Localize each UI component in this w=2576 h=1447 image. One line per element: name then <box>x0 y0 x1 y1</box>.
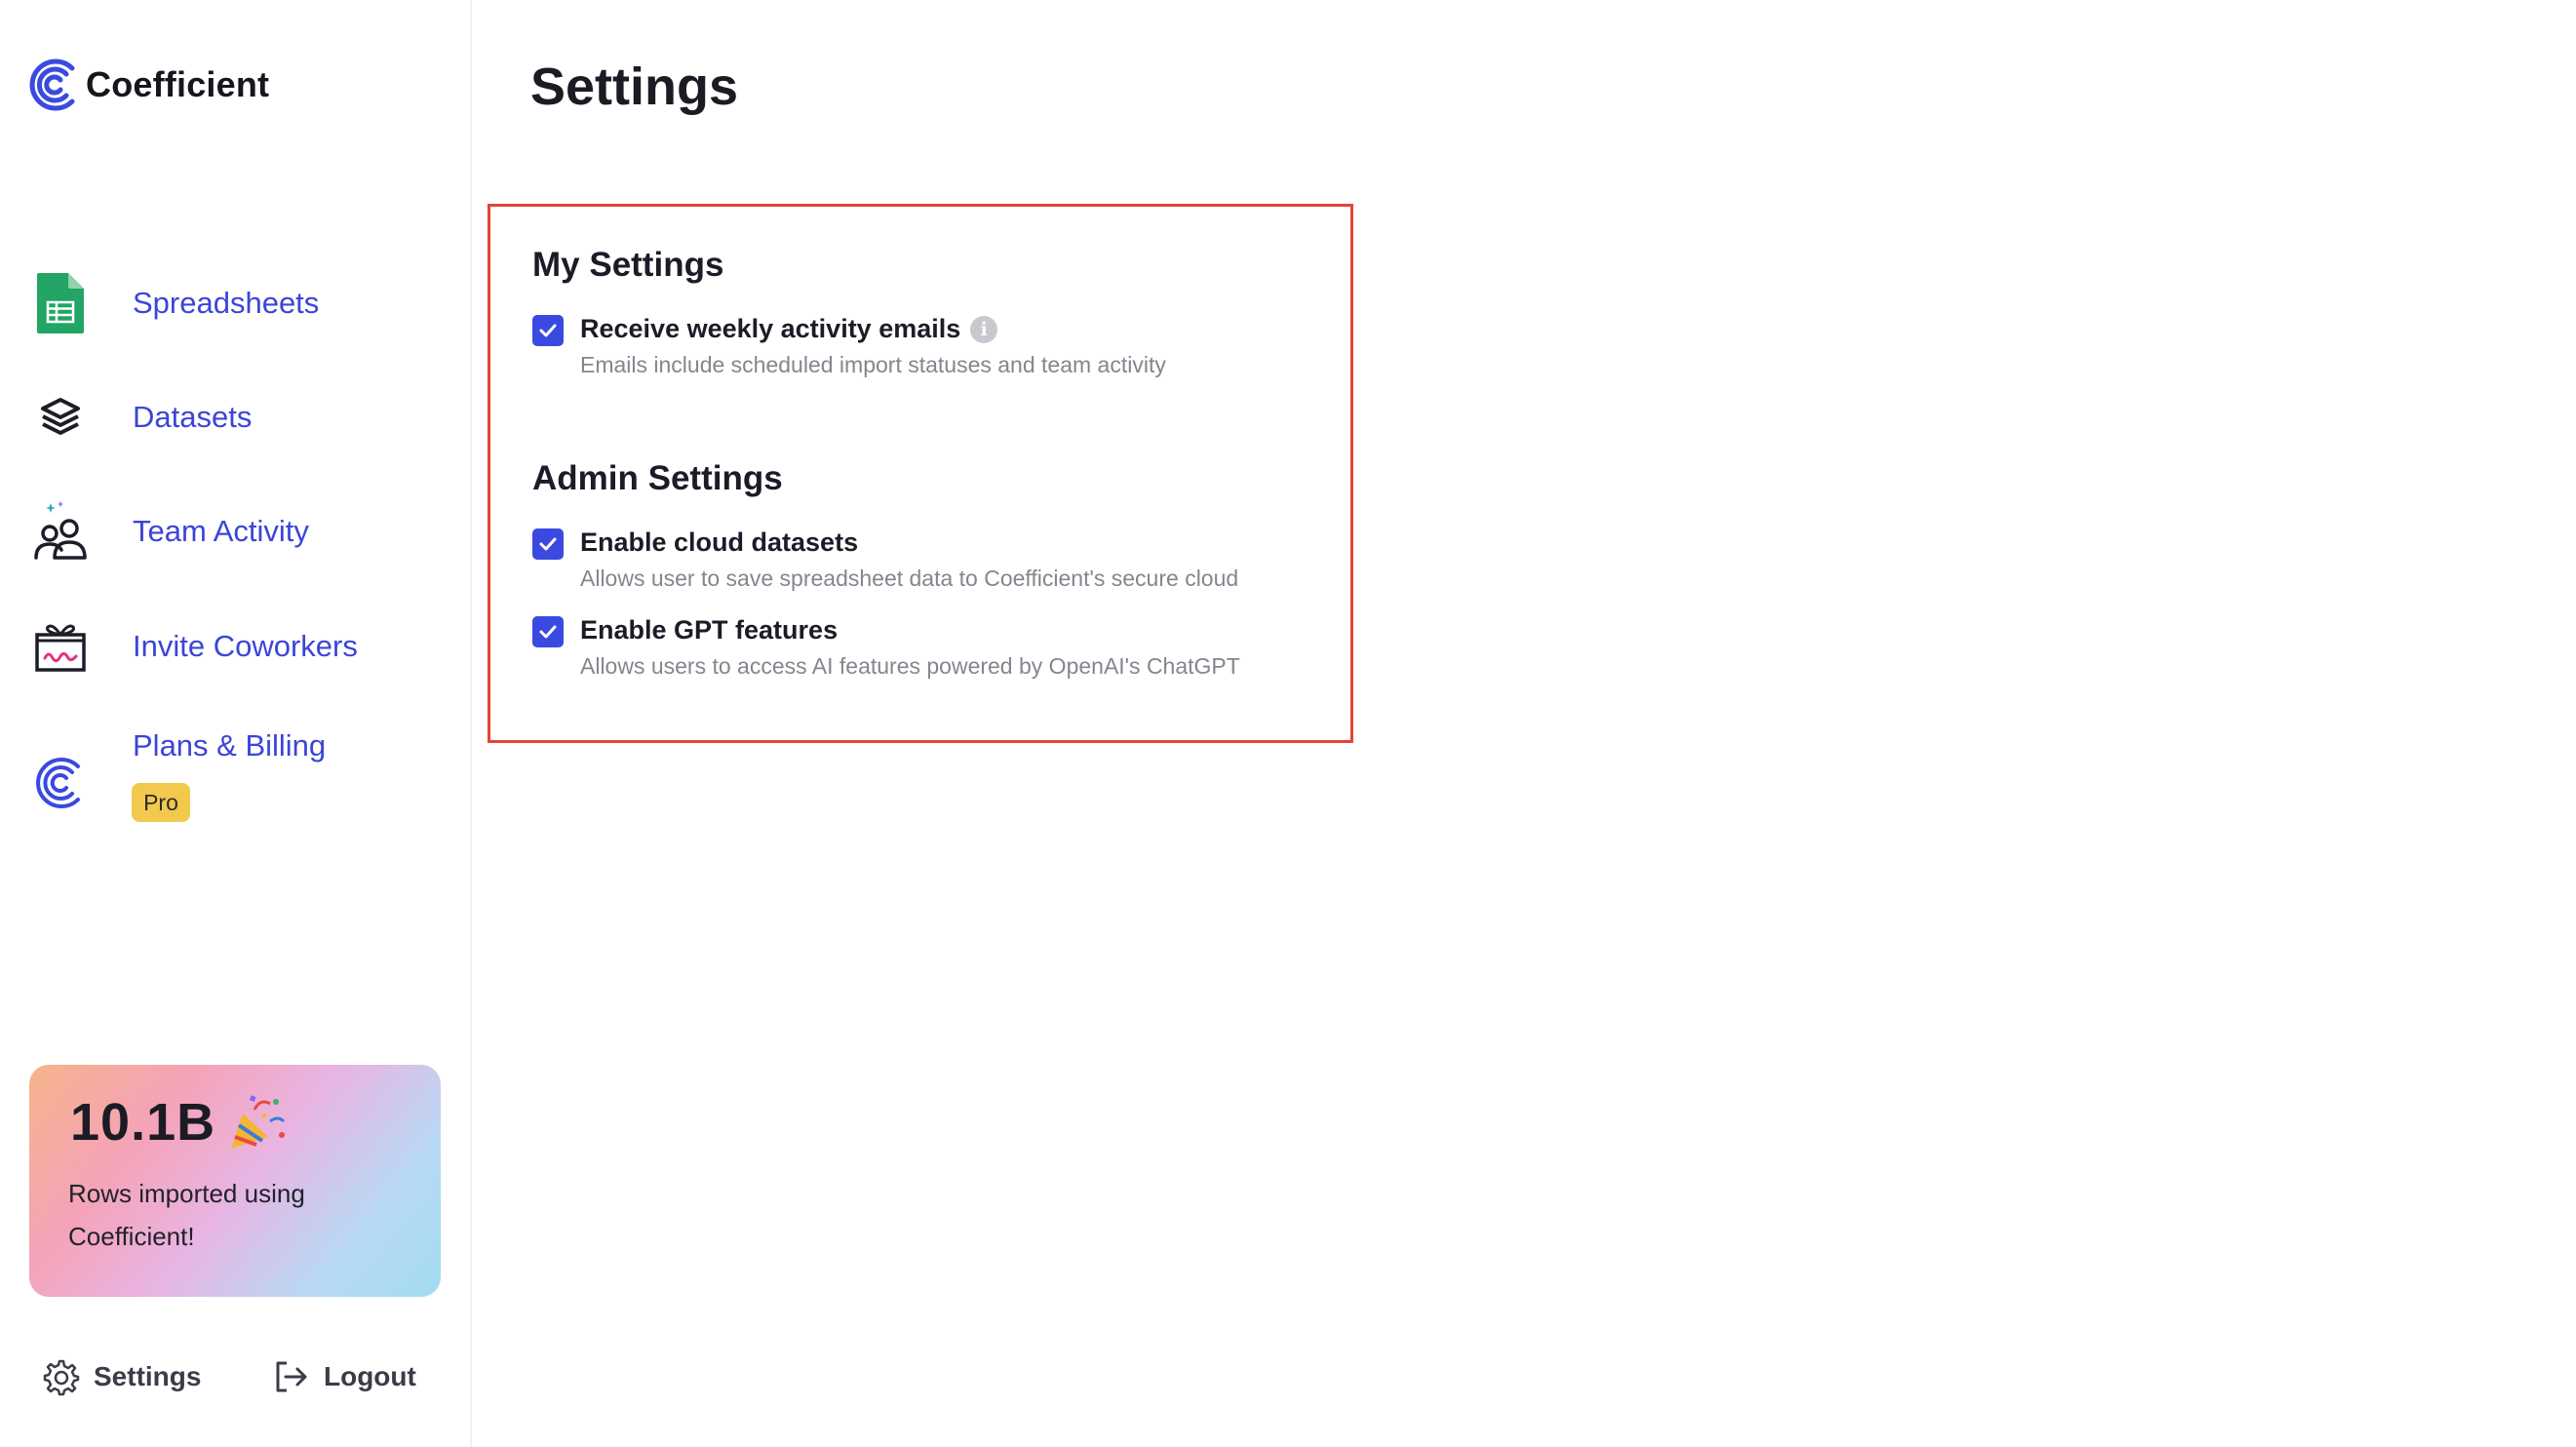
sidebar: Coefficient Spreadsheets Datasets Team A… <box>0 0 472 1447</box>
option-description: Emails include scheduled import statuses… <box>580 352 1166 377</box>
option-label: Receive weekly activity emails <box>580 314 961 343</box>
gear-icon <box>43 1359 80 1396</box>
sidebar-item-datasets[interactable]: Datasets <box>29 383 252 451</box>
sidebar-item-label: Invite Coworkers <box>133 629 358 663</box>
sidebar-item-spreadsheets[interactable]: Spreadsheets <box>29 269 319 337</box>
settings-button[interactable]: Settings <box>41 1357 201 1396</box>
my-settings-title: My Settings <box>532 246 724 284</box>
sidebar-item-label: Team Activity <box>133 514 309 548</box>
plan-badge: Pro <box>132 783 190 822</box>
sidebar-item-label: Spreadsheets <box>133 286 320 320</box>
promo-number-row: 10.1B <box>70 1092 288 1153</box>
weekly-emails-label-row: Receive weekly activity emails i <box>580 314 1166 344</box>
sidebar-item-label: Datasets <box>133 400 253 434</box>
team-icon <box>29 497 92 566</box>
gpt-features-option: Enable GPT features Allows users to acce… <box>532 615 1240 680</box>
gpt-features-checkbox[interactable] <box>532 616 564 647</box>
weekly-emails-checkbox[interactable] <box>532 315 564 346</box>
sidebar-item-label: Plans & Billing <box>133 728 327 763</box>
promo-text: Rows imported using Coefficient! <box>68 1179 305 1251</box>
settings-label: Settings <box>94 1361 202 1391</box>
spreadsheet-icon <box>29 269 92 337</box>
cloud-datasets-option: Enable cloud datasets Allows user to sav… <box>532 528 1238 592</box>
gift-icon <box>29 612 92 681</box>
logout-icon <box>276 1361 307 1392</box>
promo-number: 10.1B <box>70 1093 216 1152</box>
logout-button[interactable]: Logout <box>271 1357 416 1396</box>
app-name: Coefficient <box>86 64 270 104</box>
app-logo[interactable]: Coefficient <box>27 55 269 115</box>
sidebar-item-team-activity[interactable]: Team Activity <box>29 497 309 566</box>
page-title: Settings <box>530 58 739 116</box>
admin-settings-title: Admin Settings <box>532 459 783 497</box>
check-icon <box>539 324 557 337</box>
cloud-datasets-checkbox[interactable] <box>532 528 564 560</box>
option-label: Enable GPT features <box>580 615 839 645</box>
datasets-icon <box>29 383 92 451</box>
coefficient-logo-icon <box>29 726 92 808</box>
check-icon <box>539 625 557 639</box>
option-description: Allows user to save spreadsheet data to … <box>580 566 1239 591</box>
check-icon <box>539 537 557 551</box>
option-label: Enable cloud datasets <box>580 528 859 557</box>
settings-panel: My Settings Receive weekly activity emai… <box>488 204 1353 743</box>
coefficient-logo-icon <box>29 59 75 111</box>
promo-card: 10.1B Rows imported using Coefficient! <box>29 1065 441 1297</box>
party-popper-icon <box>231 1095 286 1149</box>
weekly-emails-option: Receive weekly activity emails i Emails … <box>532 314 1166 378</box>
sidebar-item-invite-coworkers[interactable]: Invite Coworkers <box>29 612 358 681</box>
info-icon[interactable]: i <box>970 315 998 343</box>
logout-label: Logout <box>324 1361 416 1391</box>
option-description: Allows users to access AI features power… <box>580 653 1240 679</box>
